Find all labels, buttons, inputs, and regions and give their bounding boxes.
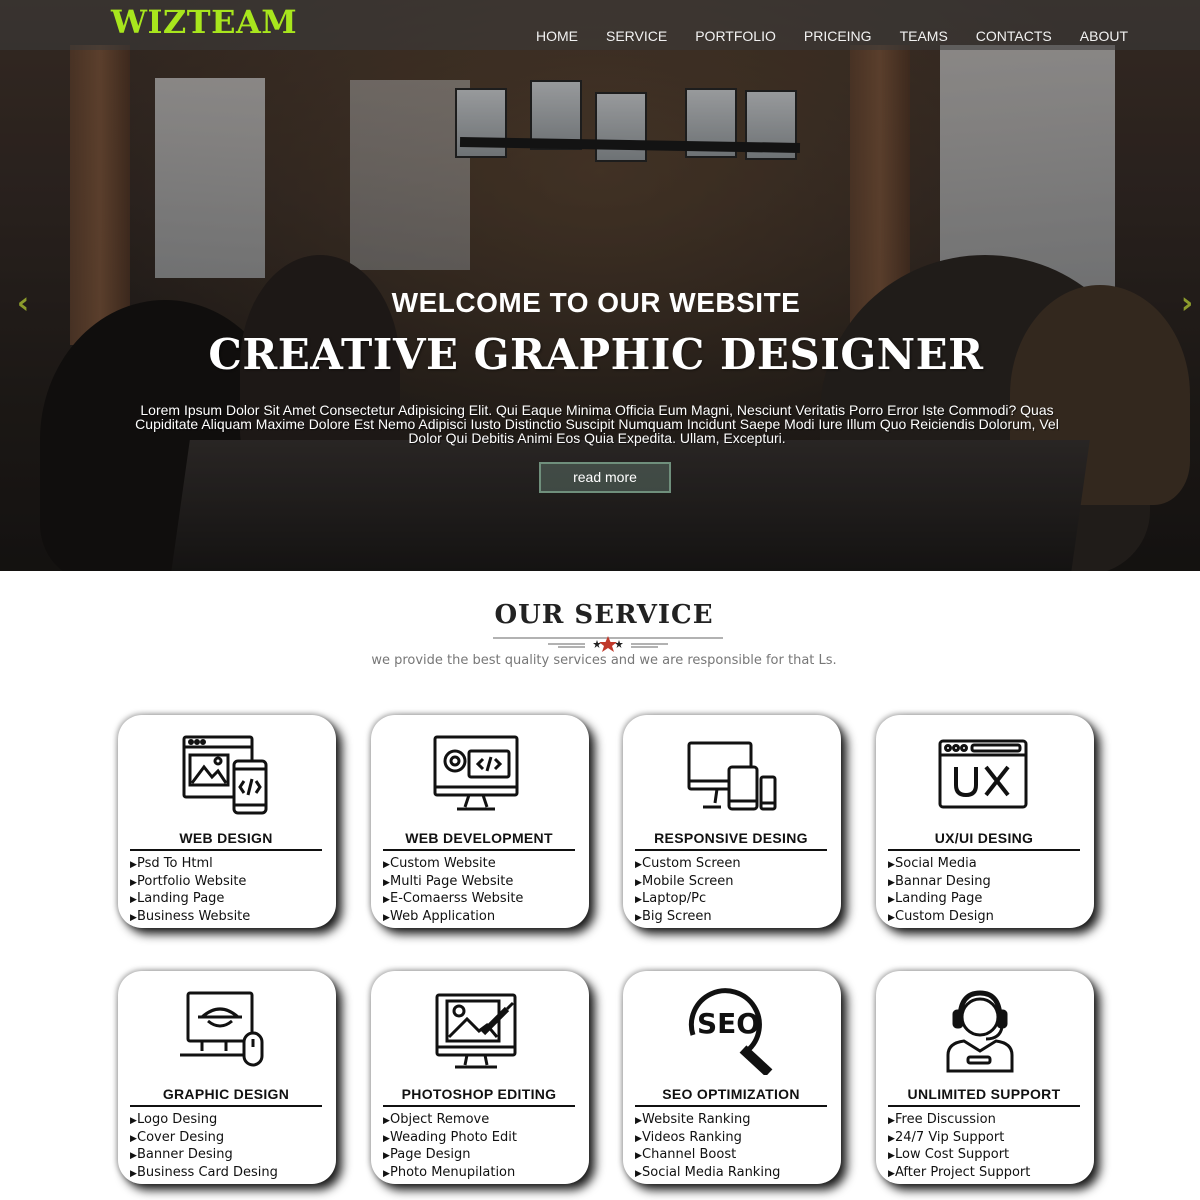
hero-welcome-text: WELCOME TO OUR WEBSITE <box>391 287 801 318</box>
list-item: ▶Banner Desing <box>130 1147 233 1162</box>
nav-service[interactable]: SERVICE <box>606 28 667 44</box>
list-item: ▶Low Cost Support <box>888 1147 1010 1162</box>
list-item: ▶Business Website <box>130 908 251 924</box>
list-item: ▶Social Media Ranking <box>635 1164 781 1180</box>
hero-headline: CREATIVE GRAPHIC DESIGNER <box>208 330 984 379</box>
read-more-button[interactable]: read more <box>539 462 671 493</box>
card-feature-list: ▶Psd To Html ▶Portfolio Website ▶Landing… <box>130 856 250 926</box>
nav-contacts[interactable]: CONTACTS <box>976 28 1052 44</box>
service-card-web-development[interactable]: WEB DEVELOPMENT ▶Custom Website ▶Multi P… <box>371 715 589 928</box>
web-development-icon <box>433 735 519 811</box>
list-item: ▶Weading Photo Edit <box>383 1129 517 1145</box>
nav-portfolio[interactable]: PORTFOLIO <box>695 28 776 44</box>
service-card-graphic-design[interactable]: GRAPHIC DESIGN ▶Logo Desing ▶Cover Desin… <box>118 971 336 1184</box>
card-feature-list: ▶Custom Screen ▶Mobile Screen ▶Laptop/Pc… <box>635 856 741 926</box>
title-divider-icon <box>493 636 723 652</box>
list-item: ▶Bannar Desing <box>888 873 991 889</box>
list-item: ▶Object Remove <box>383 1112 490 1127</box>
card-feature-list: ▶Website Ranking ▶Videos Ranking ▶Channe… <box>635 1112 780 1182</box>
seo-icon: SEO <box>688 988 773 1075</box>
service-card-seo-optimization[interactable]: SEO SEO OPTIMIZATION ▶Website Ranking ▶V… <box>623 971 841 1184</box>
service-card-ux-ui-design[interactable]: UX/UI DESING ▶Social Media ▶Bannar Desin… <box>876 715 1094 928</box>
list-item: ▶Portfolio Website <box>130 873 247 889</box>
card-feature-list: ▶Social Media ▶Bannar Desing ▶Landing Pa… <box>888 856 994 926</box>
card-feature-list: ▶Logo Desing ▶Cover Desing ▶Banner Desin… <box>130 1112 278 1182</box>
card-title: GRAPHIC DESIGN <box>130 1086 322 1107</box>
card-title: RESPONSIVE DESING <box>635 830 827 851</box>
card-title: WEB DEVELOPMENT <box>383 830 575 851</box>
list-item: ▶Cover Desing <box>130 1129 225 1145</box>
service-card-unlimited-support[interactable]: UNLIMITED SUPPORT ▶Free Discussion ▶24/7… <box>876 971 1094 1184</box>
service-card-web-design[interactable]: WEB DESIGN ▶Psd To Html ▶Portfolio Websi… <box>118 715 336 928</box>
service-card-responsive-design[interactable]: RESPONSIVE DESING ▶Custom Screen ▶Mobile… <box>623 715 841 928</box>
hero-paragraph: Lorem Ipsum Dolor Sit Amet Consectetur A… <box>135 402 1059 446</box>
graphic-design-icon <box>180 991 264 1067</box>
list-item: ▶Landing Page <box>130 891 225 906</box>
list-item: ▶Mobile Screen <box>635 873 734 889</box>
nav-home[interactable]: HOME <box>536 28 578 44</box>
card-feature-list: ▶Free Discussion ▶24/7 Vip Support ▶Low … <box>888 1112 1030 1182</box>
service-subtitle: we provide the best quality services and… <box>371 653 837 668</box>
service-section-title: OUR SERVICE <box>494 600 714 630</box>
card-feature-list: ▶Custom Website ▶Multi Page Website ▶E-C… <box>383 856 523 926</box>
list-item: ▶Business Card Desing <box>130 1164 278 1180</box>
responsive-devices-icon <box>687 741 777 811</box>
list-item: ▶Big Screen <box>635 908 712 924</box>
card-title: UX/UI DESING <box>888 830 1080 851</box>
list-item: ▶Custom Website <box>383 856 496 871</box>
support-agent-icon <box>946 990 1014 1073</box>
nav-teams[interactable]: TEAMS <box>900 28 948 44</box>
list-item: ▶Photo Menupilation <box>383 1164 516 1180</box>
web-design-icon <box>182 735 268 815</box>
list-item: ▶Landing Page <box>888 891 983 906</box>
list-item: ▶Free Discussion <box>888 1112 996 1127</box>
main-nav: HOME SERVICE PORTFOLIO PRICEING TEAMS CO… <box>522 28 1142 44</box>
card-title: UNLIMITED SUPPORT <box>888 1086 1080 1107</box>
list-item: ▶Channel Boost <box>635 1147 737 1162</box>
list-item: ▶Website Ranking <box>635 1112 751 1127</box>
card-feature-list: ▶Object Remove ▶Weading Photo Edit ▶Page… <box>383 1112 517 1182</box>
list-item: ▶Videos Ranking <box>635 1129 742 1145</box>
list-item: ▶After Project Support <box>888 1164 1031 1180</box>
photo-editing-icon <box>435 993 517 1069</box>
list-item: ▶24/7 Vip Support <box>888 1129 1005 1145</box>
list-item: ▶E-Comaerss Website <box>383 891 524 906</box>
list-item: ▶Custom Design <box>888 908 994 924</box>
list-item: ▶Web Application <box>383 908 496 924</box>
list-item: ▶Social Media <box>888 856 977 871</box>
svg-text:SEO: SEO <box>697 1007 760 1040</box>
site-logo[interactable]: WIZTEAM <box>111 3 297 41</box>
list-item: ▶Page Design <box>383 1147 471 1162</box>
service-card-photoshop-editing[interactable]: PHOTOSHOP EDITING ▶Object Remove ▶Weadin… <box>371 971 589 1184</box>
nav-about[interactable]: ABOUT <box>1080 28 1128 44</box>
card-title: SEO OPTIMIZATION <box>635 1086 827 1107</box>
list-item: ▶Logo Desing <box>130 1112 218 1127</box>
card-title: WEB DESIGN <box>130 830 322 851</box>
list-item: ▶Multi Page Website <box>383 873 514 889</box>
list-item: ▶Custom Screen <box>635 856 741 871</box>
nav-pricing[interactable]: PRICEING <box>804 28 872 44</box>
ux-icon <box>938 739 1028 809</box>
card-title: PHOTOSHOP EDITING <box>383 1086 575 1107</box>
list-item: ▶Psd To Html <box>130 856 213 871</box>
list-item: ▶Laptop/Pc <box>635 891 707 906</box>
